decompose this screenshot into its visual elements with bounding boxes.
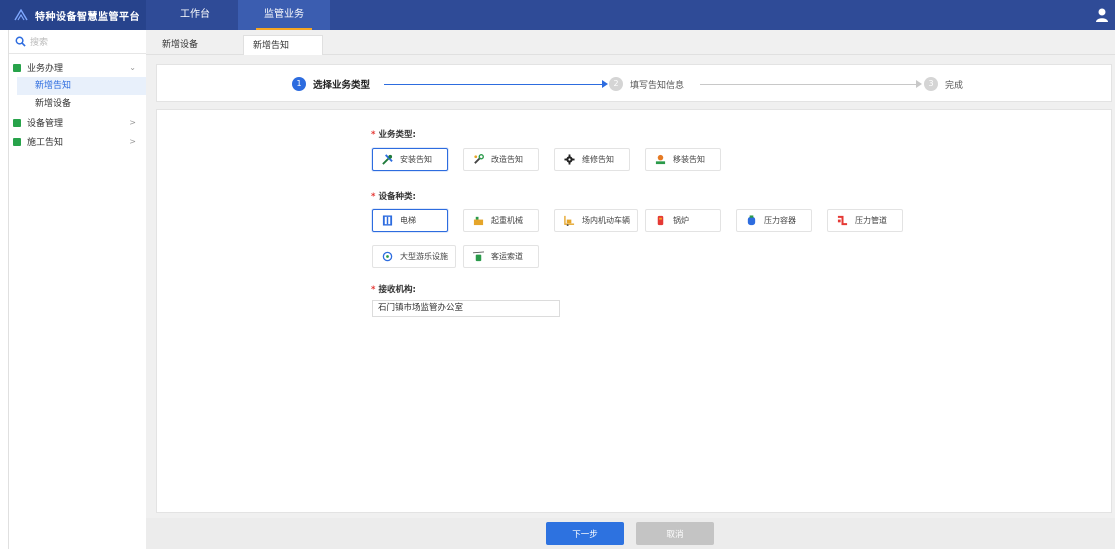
step-number: 1: [292, 77, 306, 91]
option-modify-notice[interactable]: 改造告知: [463, 148, 539, 171]
option-label: 场内机动车辆: [582, 216, 630, 225]
cancel-button[interactable]: 取消: [636, 522, 714, 545]
arrow-right-icon: [916, 80, 922, 88]
option-repair-notice[interactable]: 维修告知: [554, 148, 630, 171]
step-label: 完成: [945, 80, 964, 91]
topnav-workbench[interactable]: 工作台: [160, 0, 230, 30]
sidebar-search[interactable]: 搜索: [9, 30, 146, 54]
option-ropeway[interactable]: 客运索道: [463, 245, 539, 268]
option-label: 电梯: [400, 216, 416, 225]
pressure-pipe-icon: [837, 215, 848, 226]
chevron-down-icon: ⌄: [129, 63, 136, 72]
step-3: 3 完成: [924, 65, 963, 103]
step-connector: [700, 84, 918, 85]
brand[interactable]: 特种设备智慧监管平台: [0, 0, 146, 30]
forklift-icon: [564, 215, 575, 226]
option-label: 锅炉: [673, 216, 689, 225]
pressure-vessel-icon: [747, 215, 756, 226]
tab-new-notice[interactable]: 新增告知: [243, 35, 323, 55]
option-relocate-notice[interactable]: 移装告知: [645, 148, 721, 171]
main-area: 新增设备 新增告知 1 选择业务类型 2 填写告知信息 3 完成 *业务类型:: [146, 30, 1115, 549]
field-label-text: 业务类型:: [378, 130, 416, 140]
step-label: 填写告知信息: [630, 80, 685, 91]
option-label: 压力容器: [764, 216, 796, 225]
option-crane[interactable]: 起重机械: [463, 209, 539, 232]
folder-icon: [13, 118, 21, 127]
step-2: 2 填写告知信息: [609, 65, 684, 103]
sidebar-subitem-new-equipment[interactable]: 新增设备: [9, 95, 146, 113]
sidebar-item-equipment[interactable]: 设备管理 >: [9, 113, 146, 132]
sidebar-item-label: 设备管理: [27, 119, 64, 129]
option-label: 安装告知: [400, 155, 432, 164]
form-panel: * 业务类型: 安装告知 改造告知 维修告知 移装告知 * 设备种类: 电梯 起…: [156, 109, 1112, 513]
search-icon: [15, 36, 26, 47]
option-elevator[interactable]: 电梯: [372, 209, 448, 232]
user-icon[interactable]: [1095, 7, 1109, 23]
option-pressure-vessel[interactable]: 压力容器: [736, 209, 812, 232]
app-title: 特种设备智慧监管平台: [35, 11, 140, 23]
business-type-label: * 业务类型:: [371, 128, 416, 140]
sidebar-item-label: 施工告知: [27, 138, 64, 148]
option-label: 维修告知: [582, 155, 614, 164]
step-number: 3: [924, 77, 938, 91]
arrow-right-icon: [602, 80, 608, 88]
sidebar-item-business[interactable]: 业务办理 ⌄: [9, 58, 146, 77]
amusement-icon: [382, 251, 393, 262]
crane-icon: [473, 216, 484, 226]
relocate-icon: [655, 154, 666, 165]
footer-bar: 下一步 取消: [146, 518, 1115, 549]
option-label: 大型游乐设施: [400, 252, 448, 261]
field-label-text: 接收机构:: [378, 285, 416, 295]
option-label: 改造告知: [491, 155, 523, 164]
ropeway-icon: [473, 251, 484, 262]
option-label: 起重机械: [491, 216, 523, 225]
option-label: 压力管道: [855, 216, 887, 225]
step-1: 1 选择业务类型: [292, 65, 370, 103]
receiver-label: * 接收机构:: [371, 283, 416, 295]
option-pressure-pipe[interactable]: 压力管道: [827, 209, 903, 232]
search-input[interactable]: 搜索: [30, 35, 48, 48]
topnav-supervision[interactable]: 监管业务: [238, 0, 330, 30]
option-label: 移装告知: [673, 155, 705, 164]
elevator-icon: [382, 215, 393, 226]
wrench-icon: [474, 154, 484, 164]
steps-panel: 1 选择业务类型 2 填写告知信息 3 完成: [156, 64, 1112, 102]
sidebar-item-construction[interactable]: 施工告知 >: [9, 132, 146, 151]
option-forklift[interactable]: 场内机动车辆: [554, 209, 638, 232]
equipment-type-label: * 设备种类:: [371, 190, 416, 202]
logo-icon: [14, 9, 28, 21]
option-label: 客运索道: [491, 252, 523, 261]
top-bar: 特种设备智慧监管平台 工作台 监管业务: [0, 0, 1115, 30]
folder-icon: [13, 63, 21, 72]
folder-icon: [13, 137, 21, 146]
boiler-icon: [657, 215, 664, 226]
tab-new-equipment[interactable]: 新增设备: [153, 35, 207, 55]
tab-bar: 新增设备 新增告知: [146, 30, 1115, 55]
field-label-text: 设备种类:: [378, 192, 416, 202]
sidebar-subitem-new-notice[interactable]: 新增告知: [17, 77, 146, 95]
required-mark: *: [371, 192, 376, 202]
option-amusement[interactable]: 大型游乐设施: [372, 245, 456, 268]
next-button[interactable]: 下一步: [546, 522, 624, 545]
sidebar-item-label: 业务办理: [27, 64, 64, 74]
step-number: 2: [609, 77, 623, 91]
chevron-right-icon: >: [129, 137, 136, 146]
option-install-notice[interactable]: 安装告知: [372, 148, 448, 171]
gear-icon: [564, 154, 575, 165]
required-mark: *: [371, 285, 376, 295]
required-mark: *: [371, 130, 376, 140]
step-connector: [384, 84, 604, 85]
tools-icon: [382, 154, 393, 165]
sidebar: 搜索 业务办理 ⌄ 新增告知 新增设备 设备管理 > 施工告知 >: [8, 30, 146, 549]
chevron-right-icon: >: [129, 118, 136, 127]
option-boiler[interactable]: 锅炉: [645, 209, 721, 232]
step-label: 选择业务类型: [313, 80, 371, 91]
receiver-input[interactable]: 石门镇市场监管办公室: [372, 300, 560, 317]
